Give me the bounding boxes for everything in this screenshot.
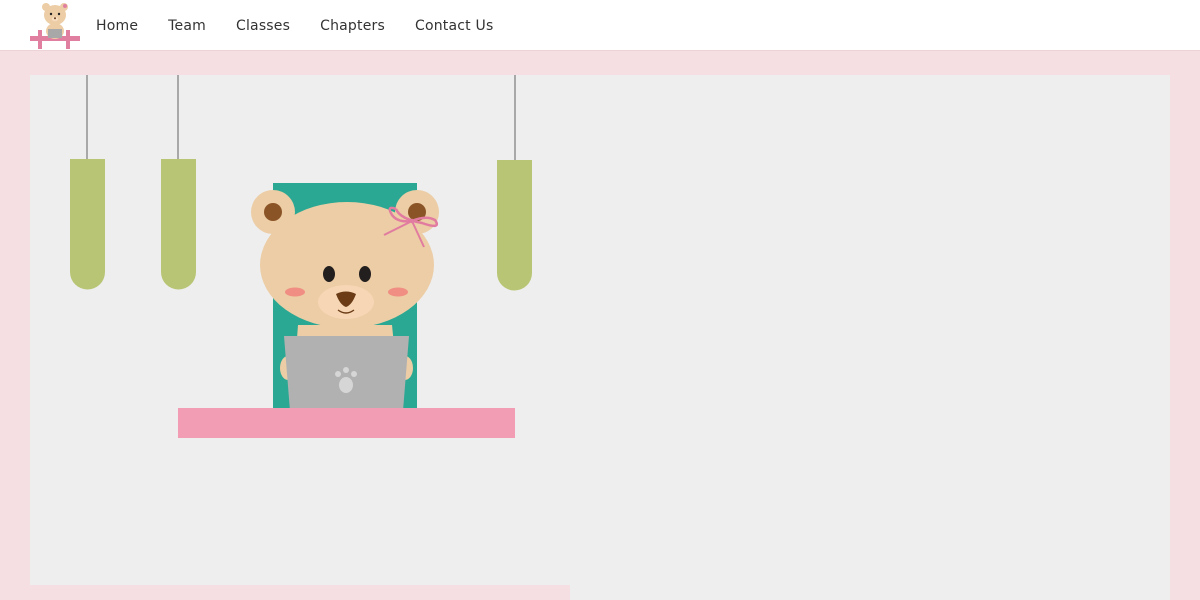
nav-home-link[interactable]: Home xyxy=(96,18,138,34)
nav-team-link[interactable]: Team xyxy=(168,18,206,34)
nav-chapters-link[interactable]: Chapters xyxy=(320,18,385,34)
stage-bottom-strip xyxy=(30,585,570,600)
hero-illustration xyxy=(70,75,532,438)
top-navbar: Home Team Classes Chapters Contact Us xyxy=(0,0,1200,51)
nav-contact-link[interactable]: Contact Us xyxy=(415,18,493,34)
hanging-lamp-1 xyxy=(70,75,105,290)
hanging-lamp-3 xyxy=(497,75,532,291)
logo-bear-icon[interactable] xyxy=(28,0,82,51)
hero-stage xyxy=(30,75,1170,600)
nav-classes-link[interactable]: Classes xyxy=(236,18,290,34)
hanging-lamp-2 xyxy=(161,75,196,290)
nav-links: Home Team Classes Chapters Contact Us xyxy=(96,0,523,51)
laptop-icon xyxy=(284,336,409,411)
pink-desk xyxy=(178,408,515,438)
